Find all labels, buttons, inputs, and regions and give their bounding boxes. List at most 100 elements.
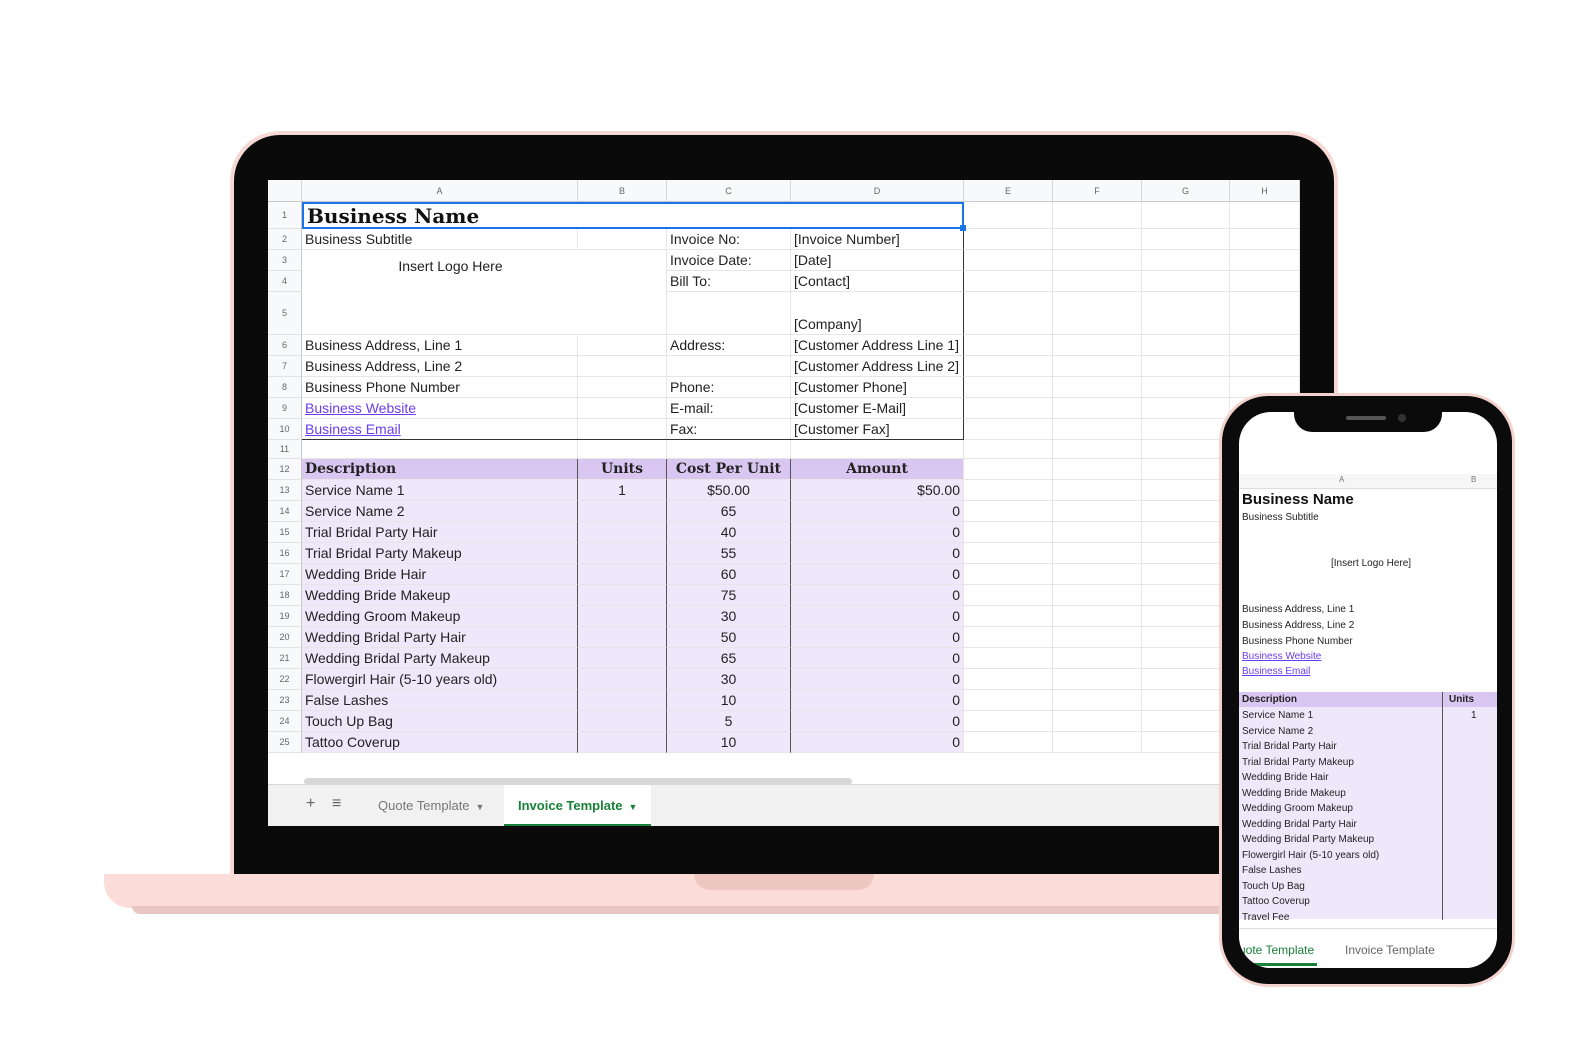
bill-to-label[interactable]: Bill To: [667, 271, 791, 292]
grid-cell[interactable] [1053, 292, 1142, 335]
row-header-17[interactable]: 17 [268, 564, 302, 585]
grid-cell[interactable] [1053, 669, 1142, 690]
row-header-1[interactable]: 1 [268, 202, 302, 229]
business-name-title[interactable]: Business Name [302, 202, 964, 229]
row-header-12[interactable]: 12 [268, 459, 302, 480]
table-row-amount[interactable]: 0 [791, 522, 964, 543]
add-sheet-icon[interactable]: + [306, 795, 315, 813]
table-row-cost[interactable]: 40 [667, 522, 791, 543]
table-row-units[interactable] [578, 501, 667, 522]
grid-cell[interactable] [964, 202, 1053, 229]
grid-cell[interactable] [964, 648, 1053, 669]
grid-cell[interactable] [1053, 648, 1142, 669]
grid-cell[interactable] [1142, 564, 1230, 585]
row-header-3[interactable]: 3 [268, 250, 302, 271]
customer-phone-value[interactable]: [Customer Phone] [791, 377, 964, 398]
business-info-cell[interactable]: Business Address, Line 2 [302, 356, 578, 377]
invoice-date-value[interactable]: [Date] [791, 250, 964, 271]
grid-cell[interactable] [1053, 356, 1142, 377]
blank-cell[interactable] [578, 335, 667, 356]
row-header-13[interactable]: 13 [268, 480, 302, 501]
row-header-25[interactable]: 25 [268, 732, 302, 753]
grid-cell[interactable] [964, 480, 1053, 501]
grid-cell[interactable] [1142, 627, 1230, 648]
table-row-units[interactable] [578, 669, 667, 690]
table-row-description[interactable]: Wedding Bridal Party Makeup [302, 648, 578, 669]
table-row-description[interactable]: Wedding Bride Hair [302, 564, 578, 585]
grid-cell[interactable] [964, 627, 1053, 648]
grid-cell[interactable] [964, 606, 1053, 627]
grid-cell[interactable] [1053, 585, 1142, 606]
grid-cell[interactable] [1142, 229, 1230, 250]
table-row-cost[interactable]: 65 [667, 501, 791, 522]
table-row-units[interactable] [578, 690, 667, 711]
table-row-amount[interactable]: 0 [791, 732, 964, 753]
grid-cell[interactable] [1230, 292, 1300, 335]
row-header-4[interactable]: 4 [268, 271, 302, 292]
row-header-15[interactable]: 15 [268, 522, 302, 543]
table-row-description[interactable]: Wedding Groom Makeup [302, 606, 578, 627]
customer-email-label[interactable]: E-mail: [667, 398, 791, 419]
grid-cell[interactable] [1230, 335, 1300, 356]
table-row-description[interactable]: Trial Bridal Party Hair [302, 522, 578, 543]
invoice-date-label[interactable]: Invoice Date: [667, 250, 791, 271]
grid-cell[interactable] [1142, 480, 1230, 501]
table-row-amount[interactable]: 0 [791, 711, 964, 732]
grid-cell[interactable] [964, 690, 1053, 711]
row-header-23[interactable]: 23 [268, 690, 302, 711]
all-sheets-icon[interactable]: ≡ [332, 795, 341, 813]
business-info-cell[interactable]: Business Phone Number [302, 377, 578, 398]
grid-cell[interactable] [1053, 250, 1142, 271]
customer-phone-label[interactable]: Phone: [667, 377, 791, 398]
business-info-cell[interactable]: Business Address, Line 1 [302, 335, 578, 356]
table-row-cost[interactable]: 75 [667, 585, 791, 606]
grid-cell[interactable] [1053, 271, 1142, 292]
row-header-16[interactable]: 16 [268, 543, 302, 564]
table-header-cost[interactable]: Cost Per Unit [667, 459, 791, 480]
table-row-description[interactable]: Touch Up Bag [302, 711, 578, 732]
grid-cell[interactable] [1142, 669, 1230, 690]
row-header-5[interactable]: 5 [268, 292, 302, 335]
blank-cell[interactable] [578, 440, 667, 459]
table-row-cost[interactable]: 50 [667, 627, 791, 648]
grid-cell[interactable] [1142, 292, 1230, 335]
phone-email-link[interactable]: Business Email [1242, 666, 1310, 677]
row-header-8[interactable]: 8 [268, 377, 302, 398]
row-header-11[interactable]: 11 [268, 440, 302, 459]
row-header-22[interactable]: 22 [268, 669, 302, 690]
grid-cell[interactable] [964, 669, 1053, 690]
table-row-description[interactable]: Trial Bridal Party Makeup [302, 543, 578, 564]
phone-tab-quote[interactable]: uote Template [1239, 943, 1317, 966]
business-email-link[interactable]: Business Email [302, 419, 578, 440]
grid-cell[interactable] [1053, 564, 1142, 585]
table-row-amount[interactable]: 0 [791, 627, 964, 648]
grid-cell[interactable] [1053, 440, 1142, 459]
grid-cell[interactable] [1053, 501, 1142, 522]
grid-cell[interactable] [1142, 459, 1230, 480]
grid-cell[interactable] [1230, 250, 1300, 271]
table-header-description[interactable]: Description [302, 459, 578, 480]
table-row-amount[interactable]: 0 [791, 648, 964, 669]
invoice-no-label[interactable]: Invoice No: [667, 229, 791, 250]
horizontal-scrollbar[interactable] [304, 778, 852, 785]
table-row-amount[interactable]: 0 [791, 564, 964, 585]
column-header-b[interactable]: B [578, 180, 667, 202]
table-row-units[interactable] [578, 522, 667, 543]
customer-address-2-value[interactable]: [Customer Address Line 2] [791, 356, 964, 377]
table-row-units[interactable] [578, 564, 667, 585]
row-header-18[interactable]: 18 [268, 585, 302, 606]
tab-quote-template[interactable]: Quote Template ▼ [364, 785, 498, 826]
table-row-description[interactable]: False Lashes [302, 690, 578, 711]
column-header-d[interactable]: D [791, 180, 964, 202]
business-website-link[interactable]: Business Website [302, 398, 578, 419]
table-row-amount[interactable]: 0 [791, 606, 964, 627]
table-row-amount[interactable]: 0 [791, 690, 964, 711]
grid-cell[interactable] [1053, 459, 1142, 480]
table-row-amount[interactable]: $50.00 [791, 480, 964, 501]
row-header-14[interactable]: 14 [268, 501, 302, 522]
blank-cell[interactable] [667, 440, 791, 459]
selection-handle[interactable] [960, 225, 966, 231]
grid-cell[interactable] [1142, 398, 1230, 419]
grid-cell[interactable] [964, 459, 1053, 480]
company-label[interactable] [667, 292, 791, 335]
